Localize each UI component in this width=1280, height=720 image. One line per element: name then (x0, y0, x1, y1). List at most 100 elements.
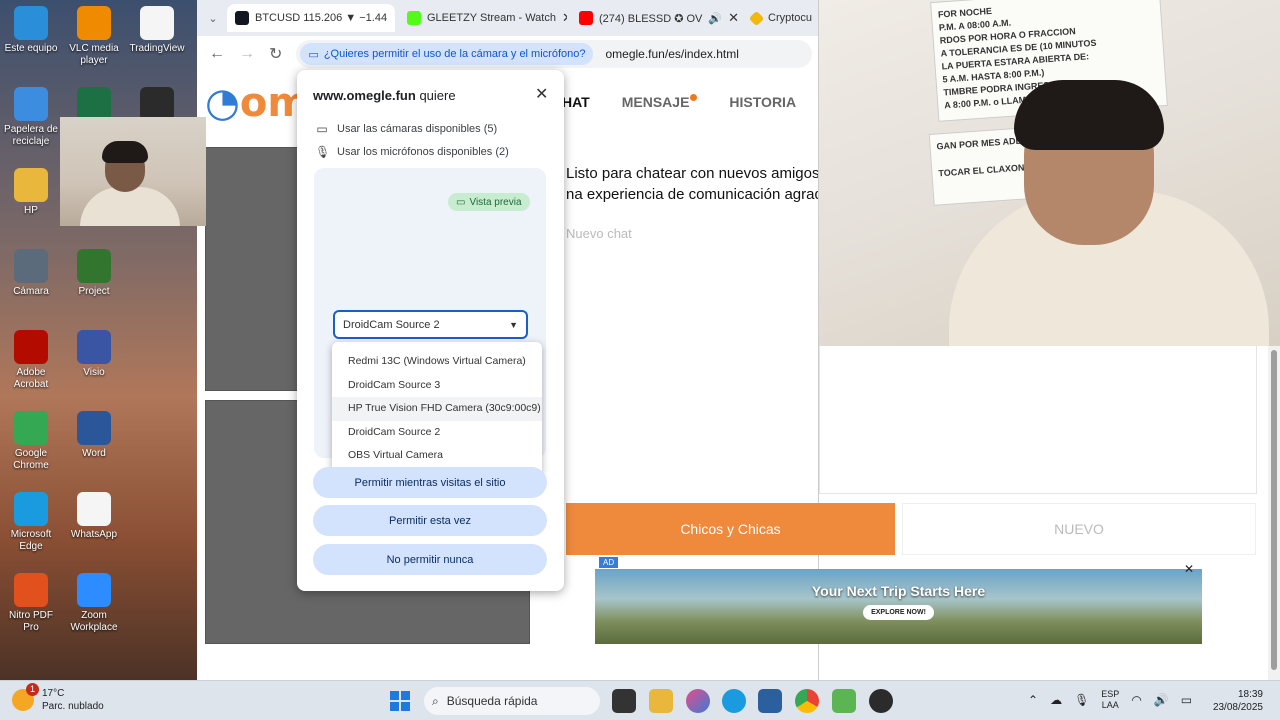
tab-crypto[interactable]: Cryptocu (743, 4, 813, 32)
desktop-icon-label: Visio (83, 367, 105, 378)
tab-youtube[interactable]: (274) BLESSD ✪ OV 🔊 ✕ (571, 4, 739, 32)
chevron-up-icon[interactable]: ⌃ (1028, 693, 1038, 707)
desktop-icon[interactable]: Microsoft Edge (0, 492, 62, 553)
perm-camera-label: Usar las cámaras disponibles (5) (337, 123, 498, 135)
taskbar-search[interactable]: ⌕ Búsqueda rápida (424, 687, 600, 715)
scrollbar[interactable] (1268, 346, 1280, 680)
close-icon[interactable]: ✕ (728, 10, 739, 26)
windows-start-icon[interactable] (390, 691, 410, 711)
desktop-icon-label: Cámara (13, 286, 49, 297)
language-indicator[interactable]: ESP LAA (1101, 689, 1119, 711)
desktop-icon[interactable]: Este equipo (0, 6, 62, 55)
camera-icon (14, 249, 48, 283)
nuevo-button[interactable]: NUEVO (902, 503, 1256, 555)
weather-condition: Parc. nublado (42, 701, 104, 712)
close-icon[interactable]: ✕ (562, 10, 567, 26)
ad-close-icon[interactable]: ✕ (1184, 562, 1194, 576)
tab-gleetzy[interactable]: GLEETZY Stream - Watch ✕ (399, 4, 567, 32)
clock[interactable]: 18:39 23/08/2025 (1203, 688, 1263, 714)
welcome-line: Listo para chatear con nuevos amigos (566, 165, 818, 182)
nitro-icon (14, 573, 48, 607)
excel-icon (77, 87, 111, 121)
site-logo[interactable]: ◔om (205, 80, 309, 126)
camera-option[interactable]: Redmi 13C (Windows Virtual Camera) (332, 350, 542, 374)
desktop-icon[interactable]: VLC media player (63, 6, 125, 67)
kick-icon (407, 11, 421, 25)
desktop-icon[interactable]: Word (63, 411, 125, 460)
desktop-icon-label: WhatsApp (70, 529, 118, 540)
microphone-icon[interactable]: 🎙 (1074, 693, 1089, 707)
store-icon[interactable] (758, 689, 782, 713)
desktop-icon[interactable]: TradingView (126, 6, 188, 55)
droidcam-icon[interactable] (832, 689, 856, 713)
ad-tag: AD (599, 557, 619, 568)
desktop-icon[interactable]: Visio (63, 330, 125, 379)
reload-icon[interactable]: ↻ (269, 44, 282, 64)
ad-title: Your Next Trip Starts Here (811, 583, 986, 599)
camera-select-value: DroidCam Source 2 (343, 318, 440, 331)
edge-icon[interactable] (722, 689, 746, 713)
scrollbar-thumb[interactable] (1271, 350, 1277, 670)
wifi-icon[interactable]: ◠ (1131, 693, 1141, 707)
camera-preview-image (60, 117, 206, 226)
tab-search-dropdown-icon[interactable]: ⌄ (203, 12, 223, 25)
desktop-icon-label: Zoom Workplace (70, 610, 118, 633)
chrome-icon[interactable] (795, 689, 819, 713)
allow-while-visiting-button[interactable]: Permitir mientras visitas el sitio (313, 467, 547, 498)
camera-option[interactable]: HP True Vision FHD Camera (30c9:00c9) (332, 397, 542, 421)
search-placeholder: Búsqueda rápida (446, 694, 538, 708)
speaker-icon[interactable]: 🔊 (1154, 693, 1169, 707)
project-icon (77, 249, 111, 283)
desktop-icon-label: Google Chrome (13, 448, 49, 471)
never-allow-button[interactable]: No permitir nunca (313, 544, 547, 575)
url-text[interactable]: omegle.fun/es/index.html (605, 47, 738, 61)
camera-select[interactable]: DroidCam Source 2 ▼ (333, 310, 528, 339)
nav-chat[interactable]: HAT (562, 94, 590, 110)
desktop-icon[interactable]: WhatsApp (63, 492, 125, 541)
tradingview-icon (235, 11, 249, 25)
obs-icon[interactable] (869, 689, 893, 713)
tab-btcusd[interactable]: BTCUSD 115.206 ▼ −1.44 ✕ (227, 4, 395, 32)
tab-title: GLEETZY Stream - Watch (427, 12, 556, 24)
file-explorer-icon[interactable] (649, 689, 673, 713)
camera-permission-chip[interactable]: ▭ ¿Quieres permitir el uso de la cámara … (300, 43, 594, 65)
desktop-icon[interactable]: Adobe Acrobat (0, 330, 62, 391)
desktop-icon[interactable]: Nitro PDF Pro (0, 573, 62, 634)
chrome-icon (14, 411, 48, 445)
nav-mensaje[interactable]: MENSAJE (622, 94, 698, 110)
clock-date: 23/08/2025 (1212, 702, 1263, 713)
battery-icon[interactable]: ▭ (1181, 693, 1192, 707)
weather-temp: 17°C (42, 688, 65, 699)
person-hair (1014, 80, 1164, 150)
task-view-icon[interactable] (612, 689, 636, 713)
camera-option[interactable]: DroidCam Source 3 (332, 374, 542, 398)
allow-once-button[interactable]: Permitir esta vez (313, 505, 547, 536)
nav-historia[interactable]: HISTORIA (729, 94, 796, 110)
desktop-icon[interactable]: Cámara (0, 249, 62, 298)
back-icon[interactable]: ← (209, 45, 225, 63)
camera-option[interactable]: OBS Virtual Camera (332, 444, 542, 468)
chicos-y-chicas-button[interactable]: Chicos y Chicas (566, 503, 895, 555)
preview-badge-label: Vista previa (469, 196, 522, 208)
desktop-icon[interactable]: Project (63, 249, 125, 298)
close-icon[interactable]: ✕ (535, 84, 548, 104)
onedrive-icon[interactable]: ☁ (1050, 693, 1062, 707)
copilot-icon[interactable] (686, 689, 710, 713)
weather-widget[interactable]: 1 17°C Parc. nublado (12, 683, 104, 713)
ad-banner[interactable]: Your Next Trip Starts Here EXPLORE NOW! (595, 569, 1202, 644)
forward-icon[interactable]: → (239, 45, 255, 63)
desktop-icon[interactable]: Zoom Workplace (63, 573, 125, 634)
desktop-icon[interactable]: HP (0, 168, 62, 217)
desktop-icon[interactable]: Google Chrome (0, 411, 62, 472)
close-icon[interactable]: ✕ (393, 10, 395, 26)
ad-explore-button[interactable]: EXPLORE NOW! (863, 605, 934, 620)
camera-option[interactable]: DroidCam Source 2 (332, 421, 542, 445)
perm-mic-label: Usar los micrófonos disponibles (2) (337, 146, 509, 158)
desktop-icon[interactable]: Papelera de reciclaje (0, 87, 62, 148)
new-chat-hint: Nuevo chat (566, 226, 632, 241)
binance-icon (748, 10, 765, 26)
address-bar[interactable]: ▭ ¿Quieres permitir el uso de la cámara … (296, 40, 812, 68)
desktop-icon-label: Nitro PDF Pro (9, 610, 53, 633)
preview-person-body (80, 187, 180, 226)
system-tray: ⌃ ☁ 🎙 ESP LAA ◠ 🔊 ▭ (1028, 689, 1192, 711)
